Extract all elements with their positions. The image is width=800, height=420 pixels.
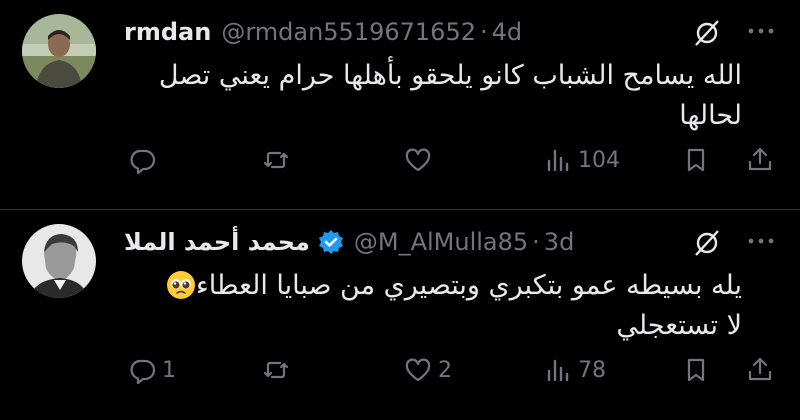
tweet-text-content: يله بسيطه عمو بتكبري وبتصيري من صبايا ال… bbox=[196, 270, 742, 301]
reply-count: 1 bbox=[162, 357, 176, 383]
reply-icon bbox=[130, 359, 156, 384]
tweet-text-line: يله بسيطه عمو بتكبري وبتصيري من صبايا ال… bbox=[124, 266, 742, 306]
tweet-text-line: لا تستعجلي bbox=[616, 310, 742, 341]
repost-button[interactable] bbox=[262, 140, 296, 180]
like-button[interactable]: 2 bbox=[404, 350, 452, 390]
share-icon bbox=[748, 357, 772, 381]
avatar-photo bbox=[22, 14, 96, 88]
tweet[interactable]: rmdan @rmdan5519671652 · 4d الله يسامح ا… bbox=[0, 0, 800, 210]
bookmark-icon bbox=[687, 358, 705, 382]
tweet-text-line: لحالها bbox=[679, 100, 742, 131]
like-count: 2 bbox=[438, 357, 452, 383]
tweet-text: يله بسيطه عمو بتكبري وبتصيري من صبايا ال… bbox=[124, 266, 742, 346]
handle[interactable]: @M_AlMulla85 bbox=[354, 228, 528, 256]
reply-button[interactable] bbox=[128, 140, 162, 180]
separator-dot: · bbox=[532, 228, 540, 256]
share-icon bbox=[748, 147, 772, 171]
views-icon bbox=[547, 149, 569, 172]
bookmark-icon bbox=[687, 148, 705, 172]
like-icon bbox=[405, 358, 431, 382]
pleading-face-emoji-icon bbox=[167, 271, 196, 299]
views-button[interactable]: 78 bbox=[544, 350, 606, 390]
grok-icon[interactable] bbox=[692, 228, 722, 258]
repost-icon bbox=[263, 361, 289, 379]
bookmark-button[interactable] bbox=[682, 350, 710, 390]
separator-dot: · bbox=[479, 18, 488, 46]
grok-icon[interactable] bbox=[692, 18, 722, 48]
reply-icon bbox=[130, 149, 156, 174]
like-icon bbox=[405, 148, 431, 172]
timestamp[interactable]: 3d bbox=[544, 228, 575, 256]
avatar[interactable] bbox=[22, 14, 96, 88]
avatar[interactable] bbox=[22, 224, 96, 298]
like-button[interactable] bbox=[404, 140, 438, 180]
avatar-photo bbox=[22, 224, 96, 298]
more-icon[interactable] bbox=[744, 16, 778, 46]
tweet-text: الله يسامح الشباب كانو يلحقو بأهلها حرام… bbox=[124, 56, 742, 136]
share-button[interactable] bbox=[746, 350, 774, 390]
handle[interactable]: @rmdan5519671652 bbox=[221, 18, 476, 46]
display-name[interactable]: rmdan bbox=[124, 18, 211, 46]
share-button[interactable] bbox=[746, 140, 774, 180]
action-bar: 1 2 78 bbox=[124, 350, 778, 390]
reply-button[interactable]: 1 bbox=[128, 350, 176, 390]
more-icon[interactable] bbox=[744, 226, 778, 256]
verified-badge-icon[interactable] bbox=[318, 229, 344, 255]
tweet-header: rmdan @rmdan5519671652 · 4d bbox=[124, 16, 522, 48]
views-button[interactable]: 104 bbox=[544, 140, 620, 180]
repost-button[interactable] bbox=[262, 350, 296, 390]
view-count: 104 bbox=[578, 147, 620, 173]
bookmark-button[interactable] bbox=[682, 140, 710, 180]
tweet[interactable]: محمد أحمد الملا @M_AlMulla85 · 3d يله بس… bbox=[0, 210, 800, 420]
action-bar: 104 bbox=[124, 140, 778, 180]
view-count: 78 bbox=[578, 357, 606, 383]
tweet-text-line: الله يسامح الشباب كانو يلحقو بأهلها حرام… bbox=[158, 60, 742, 91]
views-icon bbox=[547, 359, 569, 382]
repost-icon bbox=[263, 151, 289, 169]
display-name[interactable]: محمد أحمد الملا bbox=[124, 228, 310, 256]
timestamp[interactable]: 4d bbox=[492, 18, 523, 46]
tweet-header: محمد أحمد الملا @M_AlMulla85 · 3d bbox=[124, 226, 574, 258]
